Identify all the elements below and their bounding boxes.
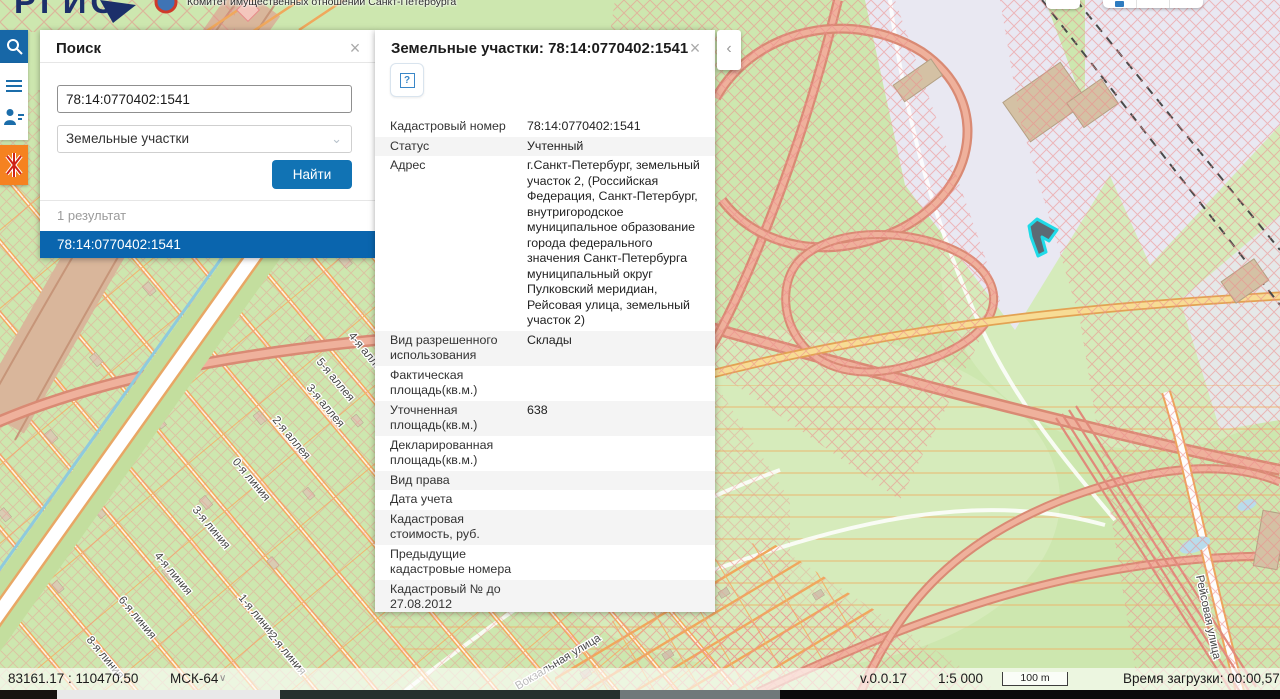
- details-panel-title: Земельные участки: 78:14:0770402:1541: [391, 40, 688, 57]
- detail-label: Адрес: [375, 158, 527, 329]
- sidebar-tool-group: [0, 63, 28, 140]
- detail-row: Фактическая площадь(кв.м.): [375, 366, 715, 401]
- attribute-table: Кадастровый номер78:14:0770402:1541Стату…: [375, 117, 715, 612]
- status-bar: 83161.17 : 110470.50 МСК-64 ∨ v.0.0.17 1…: [0, 668, 1280, 690]
- map-tool-group: [1103, 0, 1203, 8]
- detail-value: [527, 582, 715, 613]
- find-button[interactable]: Найти: [272, 160, 352, 189]
- detail-value: г.Санкт-Петербург, земельный участок 2, …: [527, 158, 715, 329]
- detail-label: Фактическая площадь(кв.м.): [375, 368, 527, 399]
- detail-row: Дата учета: [375, 490, 715, 510]
- sidebar-search-button[interactable]: [0, 30, 28, 63]
- crs-selector[interactable]: МСК-64: [170, 671, 218, 686]
- detail-value: [527, 473, 715, 489]
- identify-tool-button[interactable]: ?: [390, 63, 424, 97]
- scrollbar-segment: [620, 690, 780, 699]
- detail-row: Адресг.Санкт-Петербург, земельный участо…: [375, 156, 715, 331]
- detail-value: 638: [527, 403, 715, 434]
- tool-icon: [1115, 1, 1124, 7]
- scale-bar: 100 m: [1002, 672, 1068, 686]
- details-panel-header: Земельные участки: 78:14:0770402:1541 ×: [375, 30, 715, 56]
- chevron-down-icon: ⌄: [331, 131, 342, 147]
- detail-row: Вид права: [375, 471, 715, 491]
- search-category-value: Земельные участки: [66, 131, 189, 146]
- detail-label: Кадастровый № до 27.08.2012: [375, 582, 527, 613]
- chevron-down-icon: ∨: [219, 673, 226, 684]
- search-panel: Поиск × Земельные участки ⌄ Найти 1 резу…: [40, 30, 375, 258]
- detail-label: Вид разрешенного использования: [375, 333, 527, 364]
- detail-row: Уточненная площадь(кв.м.)638: [375, 401, 715, 436]
- search-input[interactable]: [57, 85, 352, 113]
- search-panel-header: Поиск ×: [40, 30, 375, 63]
- scrollbar-segment: [0, 690, 57, 699]
- search-icon: [6, 38, 23, 55]
- detail-value: [527, 512, 715, 543]
- search-panel-title: Поиск: [56, 40, 101, 57]
- map-tool-button[interactable]: [1137, 0, 1171, 8]
- detail-value: [527, 438, 715, 469]
- scrollbar-segment: [280, 690, 620, 699]
- app-window: 4-я аллея5-я аллея3-я аллея2-я аллея0-я …: [0, 0, 1280, 699]
- app-version: v.0.0.17: [860, 671, 907, 686]
- close-icon[interactable]: ×: [345, 38, 365, 58]
- detail-value: [527, 547, 715, 578]
- org-name: Комитет имущественных отношений Санкт-Пе…: [187, 0, 456, 8]
- detail-value: [527, 368, 715, 399]
- map-scale[interactable]: 1:5 000: [938, 671, 983, 686]
- divider: [40, 200, 375, 201]
- search-category-select[interactable]: Земельные участки ⌄: [57, 125, 352, 153]
- detail-row: Вид разрешенного использованияСклады: [375, 331, 715, 366]
- detail-label: Вид права: [375, 473, 527, 489]
- results-count: 1 результат: [57, 208, 126, 223]
- logo-arrow-icon: [100, 0, 140, 24]
- detail-row: Кадастровая стоимость, руб.: [375, 510, 715, 545]
- detail-label: Дата учета: [375, 492, 527, 508]
- map-tool-button[interactable]: [1170, 0, 1203, 8]
- detail-row: Кадастровый номер78:14:0770402:1541: [375, 117, 715, 137]
- search-result-item[interactable]: 78:14:0770402:1541: [40, 231, 375, 258]
- sidebar-kio-emblem-button[interactable]: [0, 145, 28, 185]
- details-panel: Земельные участки: 78:14:0770402:1541 × …: [375, 30, 715, 612]
- load-time: Время загрузки: 00:00,57: [1123, 671, 1280, 686]
- close-icon[interactable]: ×: [685, 38, 705, 58]
- user-icon[interactable]: [3, 108, 25, 126]
- detail-value: [527, 492, 715, 508]
- panel-collapse-button[interactable]: ‹: [717, 30, 741, 70]
- scrollbar-thumb[interactable]: [57, 690, 280, 699]
- layers-menu-icon[interactable]: [6, 77, 22, 95]
- detail-label: Статус: [375, 139, 527, 155]
- detail-value: Склады: [527, 333, 715, 364]
- cursor-coordinates: 83161.17 : 110470.50: [8, 671, 138, 686]
- detail-label: Предыдущие кадастровые номера: [375, 547, 527, 578]
- horizontal-scrollbar[interactable]: [0, 690, 1280, 699]
- identify-tool-icon: ?: [400, 73, 415, 88]
- org-emblem-icon: [152, 0, 180, 17]
- detail-row: Декларированная площадь(кв.м.): [375, 436, 715, 471]
- map-tool-button[interactable]: [1046, 0, 1080, 9]
- detail-row: Кадастровый № до 27.08.2012: [375, 580, 715, 613]
- detail-row: Предыдущие кадастровые номера: [375, 545, 715, 580]
- detail-row: СтатусУчтенный: [375, 137, 715, 157]
- detail-label: Кадастровая стоимость, руб.: [375, 512, 527, 543]
- map-tool-button[interactable]: [1103, 0, 1137, 8]
- detail-value: 78:14:0770402:1541: [527, 119, 715, 135]
- spb-emblem-icon: [4, 152, 24, 178]
- detail-value: Учтенный: [527, 139, 715, 155]
- detail-label: Уточненная площадь(кв.м.): [375, 403, 527, 434]
- detail-label: Декларированная площадь(кв.м.): [375, 438, 527, 469]
- detail-label: Кадастровый номер: [375, 119, 527, 135]
